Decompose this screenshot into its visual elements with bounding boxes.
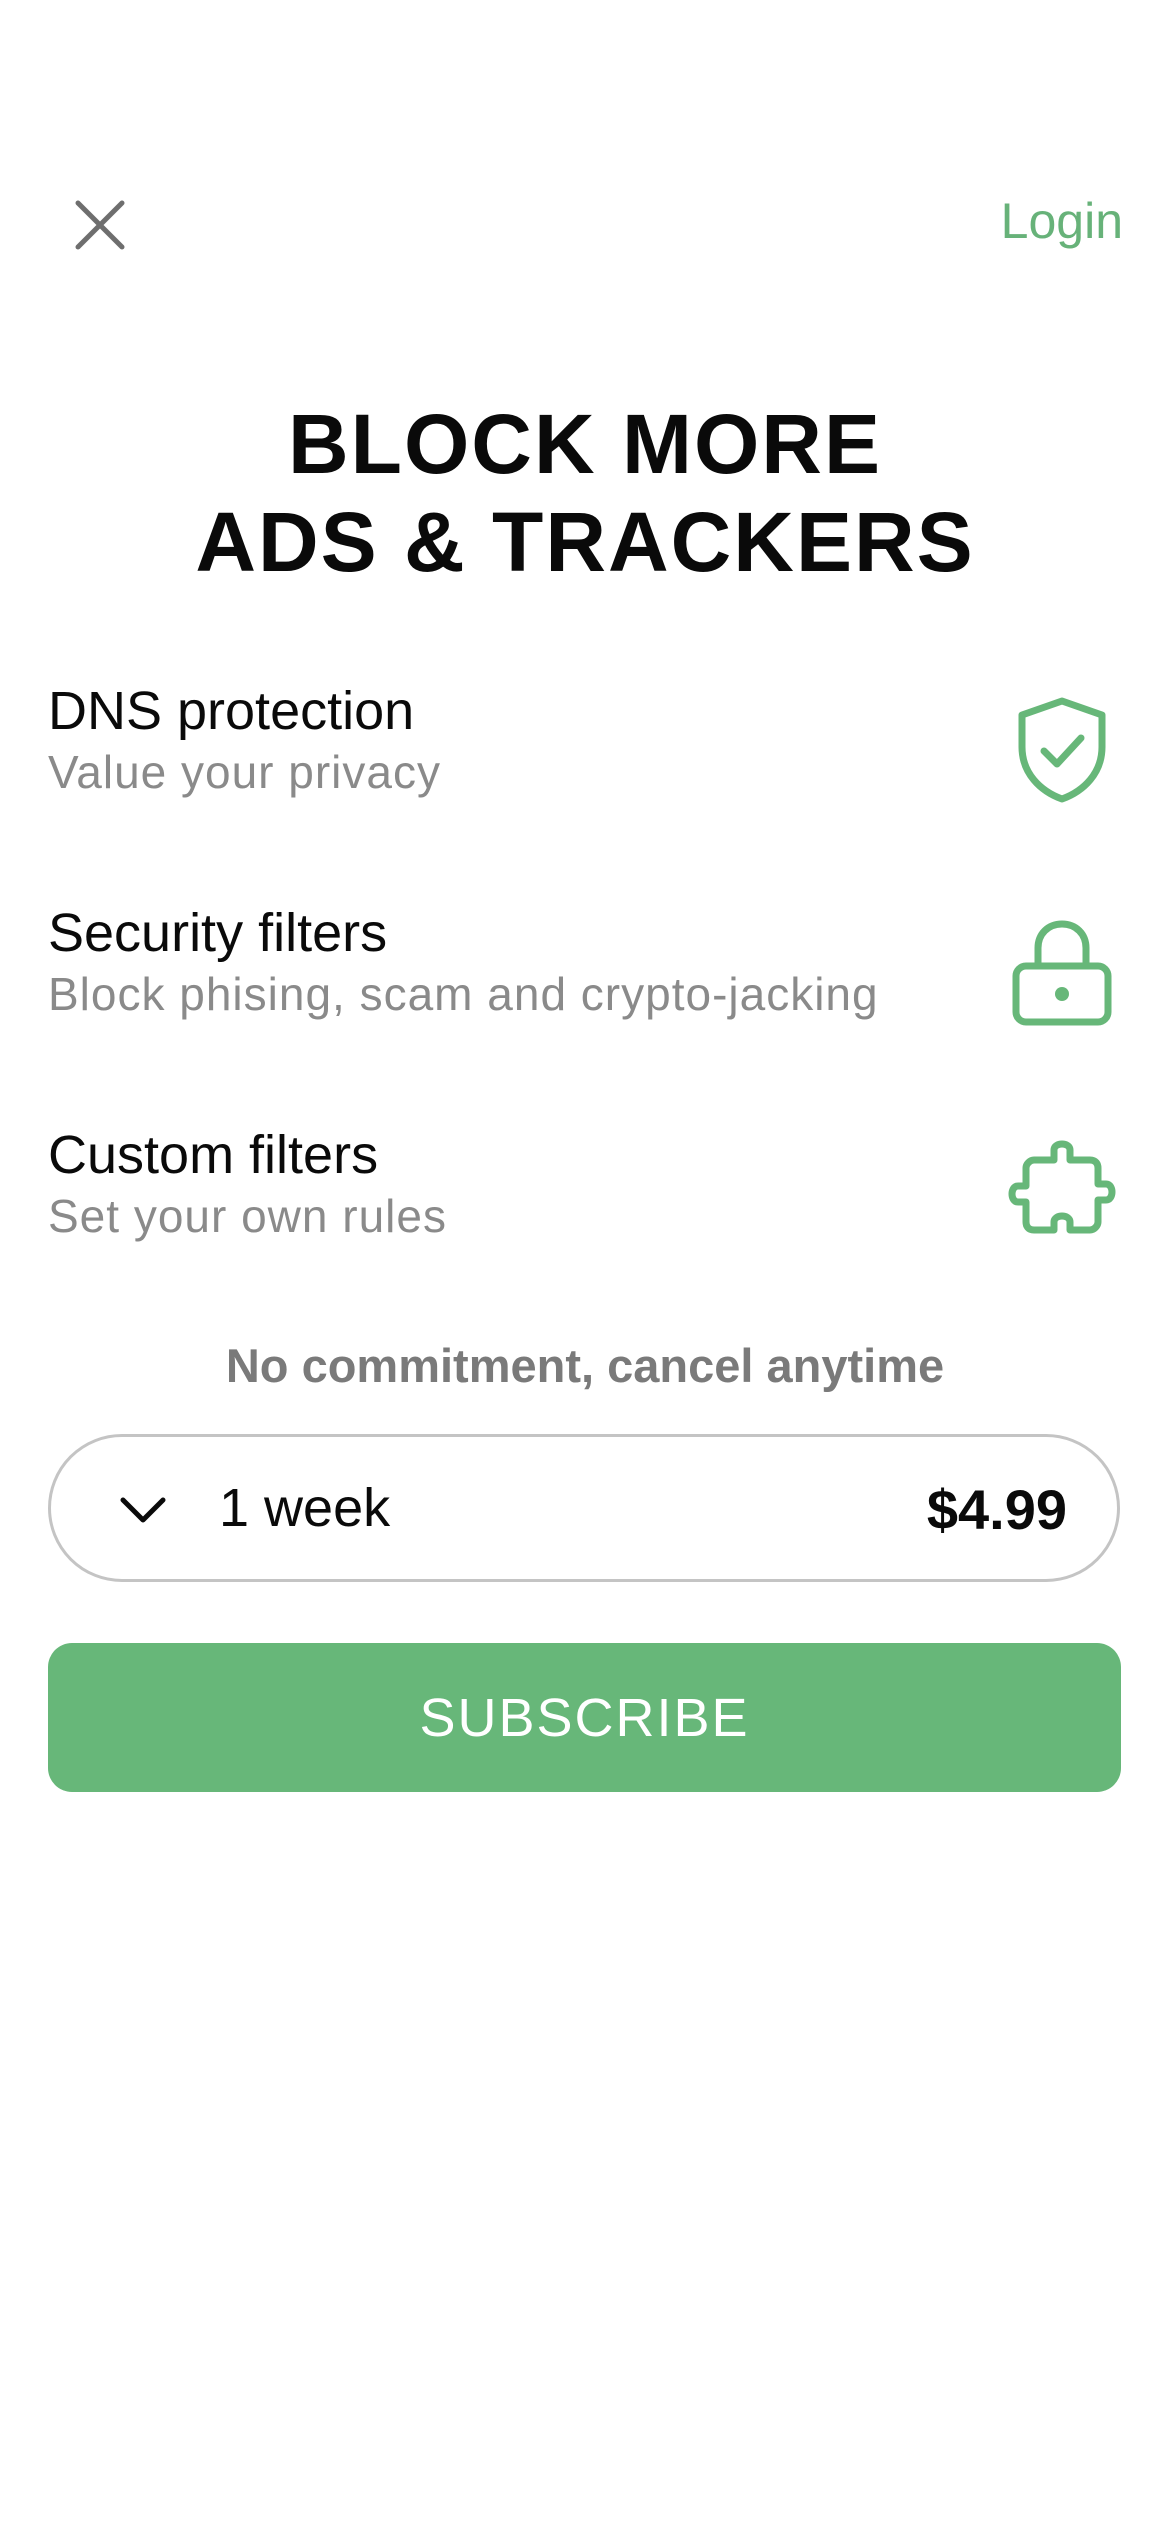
headline-line-1: BLOCK MORE — [288, 397, 882, 491]
puzzle-icon — [1002, 1134, 1122, 1254]
close-button[interactable] — [55, 180, 145, 270]
plan-selector[interactable]: 1 week $4.99 — [48, 1434, 1120, 1582]
feature-subtitle: Value your privacy — [48, 746, 441, 798]
chevron-down-icon — [111, 1479, 175, 1543]
subscribe-button[interactable]: SUBSCRIBE — [48, 1643, 1121, 1792]
lock-icon — [1002, 912, 1122, 1032]
feature-security-filters: Security filters Block phising, scam and… — [0, 897, 1170, 1119]
feature-dns-protection: DNS protection Value your privacy — [0, 675, 1170, 897]
top-bar: Login — [0, 180, 1170, 270]
feature-list: DNS protection Value your privacy Securi… — [0, 675, 1170, 1341]
feature-subtitle: Set your own rules — [48, 1190, 447, 1242]
headline-line-2: ADS & TRACKERS — [195, 495, 975, 589]
shield-check-icon — [1002, 690, 1122, 810]
feature-subtitle: Block phising, scam and crypto-jacking — [48, 968, 879, 1020]
feature-title: Security filters — [48, 903, 388, 963]
feature-title: Custom filters — [48, 1125, 379, 1185]
feature-custom-filters: Custom filters Set your own rules — [0, 1119, 1170, 1341]
plan-duration: 1 week — [219, 1478, 391, 1538]
commitment-note: No commitment, cancel anytime — [225, 1339, 945, 1392]
plan-price: $4.99 — [926, 1478, 1067, 1541]
feature-title: DNS protection — [48, 681, 415, 741]
page-title: BLOCK MORE ADS & TRACKERS — [0, 395, 1170, 591]
close-icon — [75, 200, 125, 250]
login-link[interactable]: Login — [1001, 192, 1123, 250]
